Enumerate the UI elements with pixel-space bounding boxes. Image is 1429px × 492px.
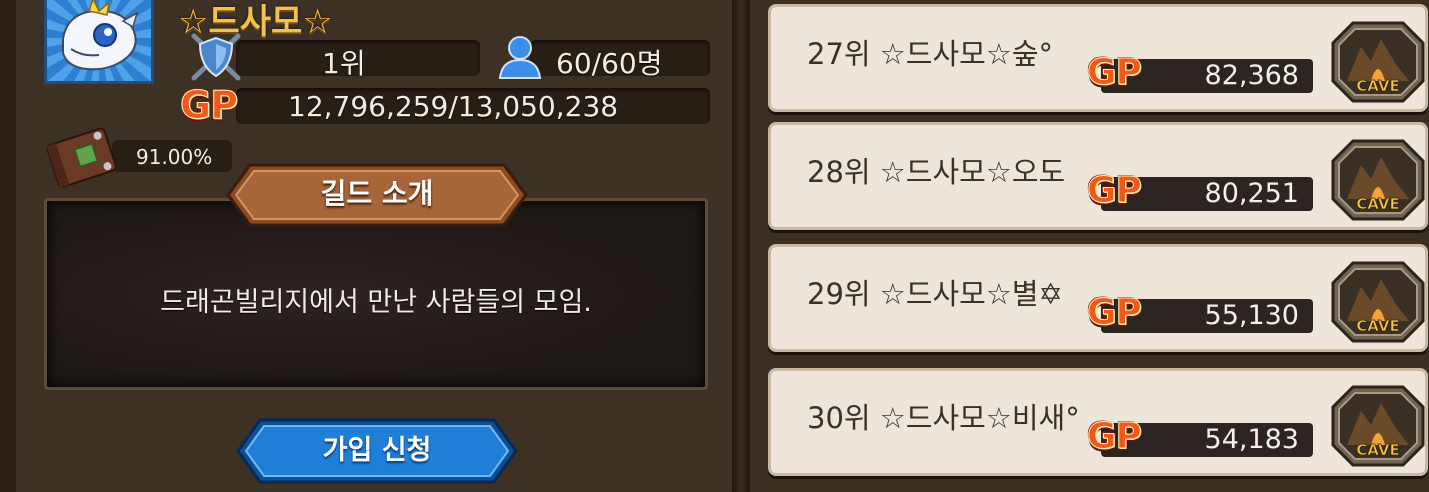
book-icon bbox=[46, 127, 117, 188]
ranking-gp-value: 80,251 bbox=[1204, 178, 1299, 209]
ranking-gp-value: 55,130 bbox=[1204, 300, 1299, 331]
join-request-button[interactable]: 가입 신청 bbox=[236, 418, 518, 484]
cave-label: CAVE bbox=[1356, 441, 1399, 459]
ranking-card[interactable]: 30위 ☆드사모☆비새° GP 54,183 CAVE bbox=[768, 368, 1428, 476]
person-icon bbox=[498, 36, 542, 79]
ranking-title: 30위 ☆드사모☆비새° bbox=[807, 401, 1080, 435]
cave-icon[interactable]: CAVE bbox=[1331, 385, 1425, 467]
ranking-title: 29위 ☆드사모☆별✡ bbox=[807, 277, 1063, 311]
guild-intro-text: 드래곤빌리지에서 만난 사람들의 모임. bbox=[160, 287, 592, 318]
guild-intro-header: 길드 소개 bbox=[226, 163, 528, 227]
ranking-card[interactable]: 29위 ☆드사모☆별✡ GP 55,130 CAVE bbox=[768, 244, 1428, 352]
ranking-card[interactable]: 27위 ☆드사모☆숲° GP 82,368 CAVE bbox=[768, 4, 1428, 112]
ranking-card[interactable]: 28위 ☆드사모☆오도 GP 80,251 CAVE bbox=[768, 122, 1428, 230]
cave-label: CAVE bbox=[1356, 77, 1399, 95]
ranking-gp-value: 54,183 bbox=[1204, 424, 1299, 455]
guild-emblem bbox=[44, 0, 154, 84]
shield-icon bbox=[191, 33, 241, 81]
ranking-title: 28위 ☆드사모☆오도 bbox=[807, 155, 1066, 189]
ranking-gp-value: 82,368 bbox=[1204, 60, 1299, 91]
panel-divider bbox=[732, 0, 750, 492]
guild-members: 60/60명 bbox=[556, 47, 663, 80]
left-frame-edge bbox=[0, 0, 16, 492]
cave-icon[interactable]: CAVE bbox=[1331, 139, 1425, 221]
dragon-emblem-icon bbox=[62, 0, 139, 71]
guild-rank: 1위 bbox=[322, 47, 366, 80]
ranking-title: 27위 ☆드사모☆숲° bbox=[807, 37, 1054, 71]
join-button-label: 가입 신청 bbox=[322, 435, 432, 466]
cave-icon[interactable]: CAVE bbox=[1331, 261, 1425, 343]
cave-label: CAVE bbox=[1356, 195, 1399, 213]
gp-logo: GP bbox=[179, 83, 238, 127]
guild-gp: 12,796,259/13,050,238 bbox=[288, 90, 619, 123]
progress-percent: 91.00% bbox=[136, 145, 213, 169]
guild-intro-title: 길드 소개 bbox=[320, 177, 434, 210]
cave-icon[interactable]: CAVE bbox=[1331, 21, 1425, 103]
cave-label: CAVE bbox=[1356, 317, 1399, 335]
